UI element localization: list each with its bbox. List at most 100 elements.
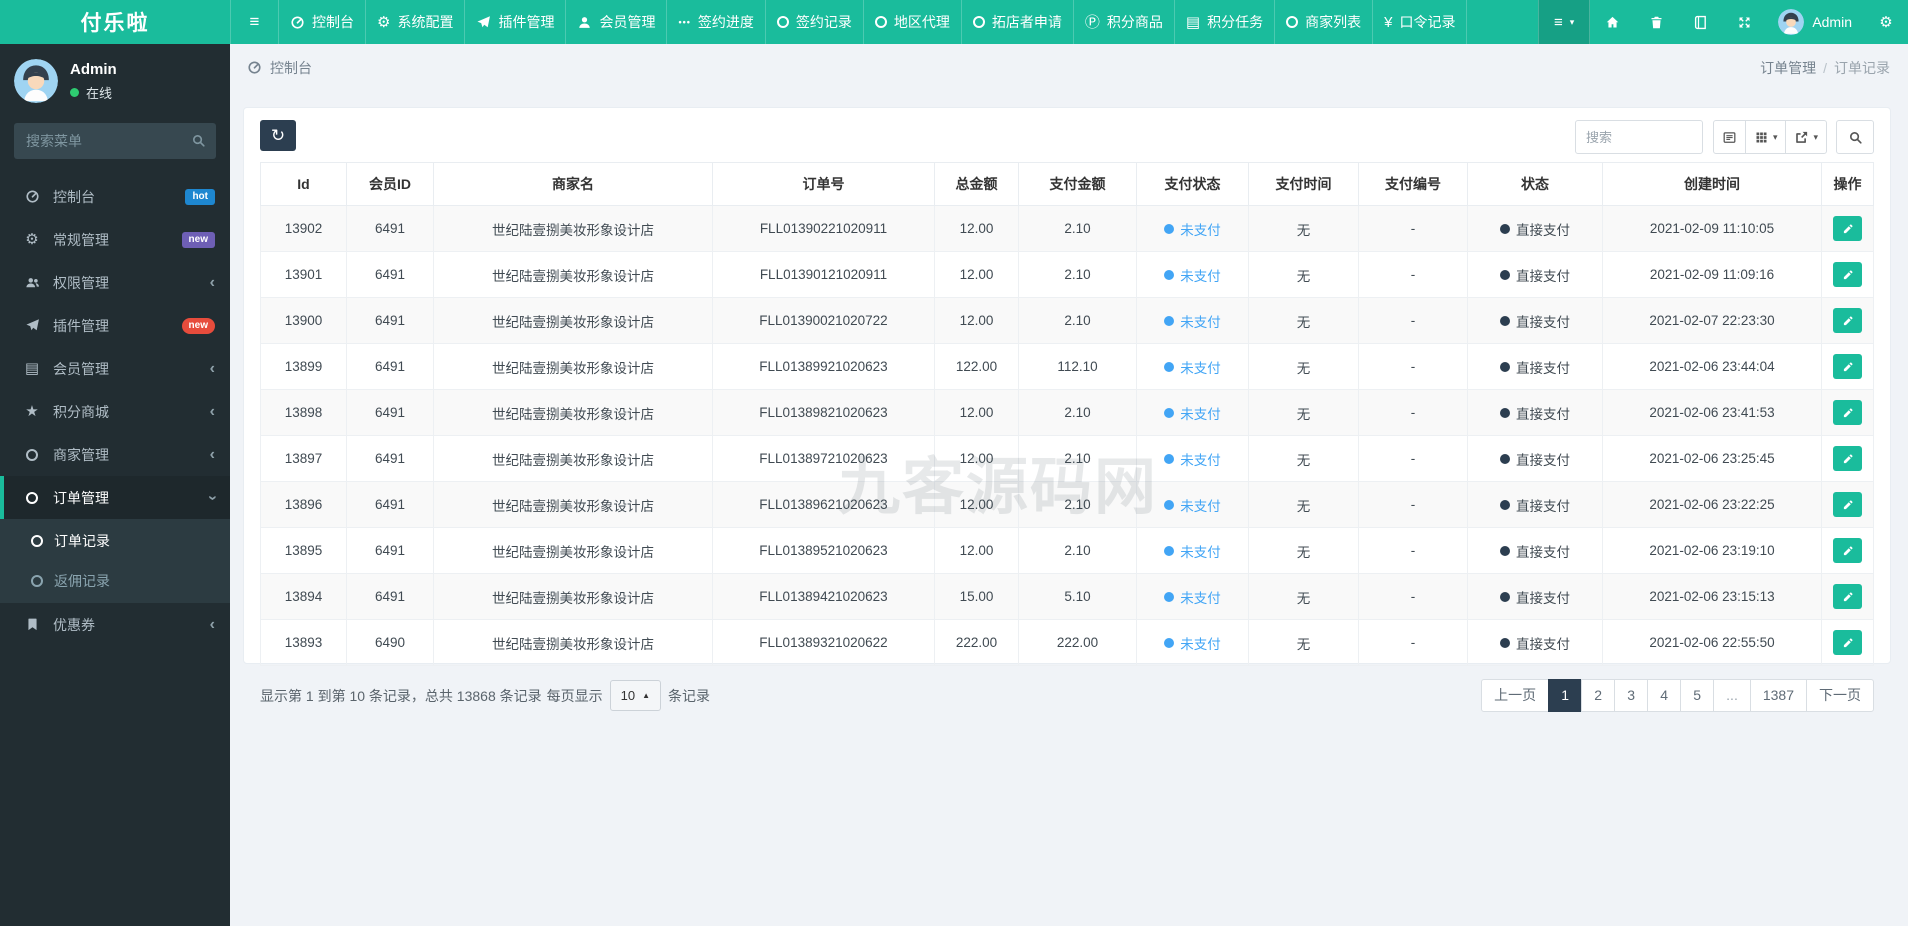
user-menu[interactable]: Admin bbox=[1766, 0, 1864, 44]
page-button[interactable]: 4 bbox=[1647, 679, 1682, 712]
table-search-input[interactable] bbox=[1574, 120, 1703, 154]
menu-search-input[interactable] bbox=[14, 123, 216, 159]
cell-order-no: FLL01389521020623 bbox=[712, 527, 935, 574]
cell-shop-name: 世纪陆壹捌美妆形象设计店 bbox=[433, 343, 713, 390]
pencil-icon bbox=[1842, 361, 1854, 373]
sidebar-item[interactable]: ★ 积分商城 ‹ bbox=[0, 390, 230, 433]
per-page-suffix: 条记录 bbox=[668, 687, 711, 704]
nav-item-label: 插件管理 bbox=[498, 14, 555, 30]
page-size-dropdown[interactable]: 10 ▲ bbox=[609, 680, 662, 711]
sidebar-item-icon: ★ bbox=[22, 404, 42, 419]
sidebar-item[interactable]: 权限管理 ‹ bbox=[0, 261, 230, 304]
sidebar-item[interactable]: ⚙ 常规管理 new bbox=[0, 218, 230, 261]
nav-item[interactable]: ••• 签约进度 bbox=[666, 0, 764, 44]
cell-actions bbox=[1821, 619, 1874, 666]
sidebar-item[interactable]: 商家管理 ‹ bbox=[0, 433, 230, 476]
gauge-icon bbox=[290, 15, 305, 30]
next-page-button[interactable]: 下一页 bbox=[1806, 679, 1874, 712]
edit-button[interactable] bbox=[1833, 584, 1862, 609]
log-button[interactable] bbox=[1678, 0, 1722, 44]
chevron-left-icon: ‹ bbox=[209, 273, 215, 291]
export-dropdown-button[interactable]: ▾ bbox=[1785, 120, 1827, 154]
cell-pay-time: 无 bbox=[1248, 389, 1359, 436]
edit-button[interactable] bbox=[1833, 446, 1862, 471]
cell-id: 13901 bbox=[260, 251, 347, 298]
pay-status-label: 未支付 bbox=[1180, 222, 1221, 238]
per-page-prefix: 每页显示 bbox=[546, 687, 603, 704]
home-button[interactable] bbox=[1590, 0, 1634, 44]
chevron-left-icon: ‹ bbox=[209, 359, 215, 377]
cell-shop-name: 世纪陆壹捌美妆形象设计店 bbox=[433, 435, 713, 482]
cell-paid-amount: 2.10 bbox=[1018, 389, 1137, 436]
sidebar-toggle-button[interactable]: ≡ bbox=[230, 0, 278, 44]
sidebar-subitem[interactable]: 订单记录 bbox=[0, 521, 230, 561]
edit-button[interactable] bbox=[1833, 262, 1862, 287]
columns-dropdown-button[interactable]: ▾ bbox=[1744, 120, 1787, 154]
cell-status: 直接支付 bbox=[1467, 297, 1603, 344]
nav-item[interactable]: 插件管理 bbox=[464, 0, 565, 44]
status-dot bbox=[1500, 499, 1510, 510]
cell-paid-amount: 2.10 bbox=[1018, 297, 1137, 344]
menu-dropdown-button[interactable]: ≡ ▾ bbox=[1538, 0, 1591, 44]
sidebar-item[interactable]: 控制台 hot bbox=[0, 175, 230, 218]
sidebar-item[interactable]: 订单管理 ‹ bbox=[0, 476, 230, 519]
nav-item[interactable]: 拓店者申请 bbox=[960, 0, 1073, 44]
gear-icon: ⚙ bbox=[377, 13, 391, 31]
breadcrumb-parent[interactable]: 订单管理 bbox=[1760, 58, 1816, 78]
edit-button[interactable] bbox=[1833, 630, 1862, 655]
status-dot bbox=[1164, 591, 1175, 602]
sidebar-item[interactable]: ▤ 会员管理 ‹ bbox=[0, 347, 230, 390]
circle-icon bbox=[972, 16, 985, 28]
edit-button[interactable] bbox=[1833, 216, 1862, 241]
nav-item[interactable]: 商家列表 bbox=[1274, 0, 1372, 44]
sidebar-subitem-label: 订单记录 bbox=[54, 533, 110, 549]
nav-item[interactable]: Ⓟ 积分商品 bbox=[1072, 0, 1174, 44]
prev-page-button[interactable]: 上一页 bbox=[1481, 679, 1550, 712]
nav-item[interactable]: 控制台 bbox=[278, 0, 365, 44]
profile-status: 在线 bbox=[70, 83, 117, 102]
status-dot bbox=[1500, 315, 1510, 326]
gauge-icon bbox=[25, 189, 40, 204]
caret-down-icon: ▾ bbox=[1772, 131, 1778, 142]
cell-pay-status: 未支付 bbox=[1136, 205, 1249, 252]
edit-button[interactable] bbox=[1833, 400, 1862, 425]
top-navbar: 付乐啦 ≡ 控制台 ⚙ 系统配置 插件管理 会员管理 ••• 签约进度 签约记录 地区代理 拓店者… bbox=[0, 0, 1908, 44]
sidebar-subitem[interactable]: 返佣记录 bbox=[0, 561, 230, 601]
clear-cache-button[interactable] bbox=[1634, 0, 1678, 44]
page-button[interactable]: 2 bbox=[1581, 679, 1616, 712]
users-icon bbox=[25, 275, 40, 290]
cell-actions bbox=[1821, 251, 1874, 298]
settings-button[interactable]: ⚙ bbox=[1864, 0, 1908, 44]
edit-button[interactable] bbox=[1833, 538, 1862, 563]
cell-pay-status: 未支付 bbox=[1136, 481, 1249, 528]
pagination-toggle-button[interactable] bbox=[1712, 120, 1746, 154]
nav-item[interactable]: ¥ 口令记录 bbox=[1372, 0, 1468, 44]
table-row: 13900 6491 世纪陆壹捌美妆形象设计店 FLL0139002102072… bbox=[260, 297, 1874, 344]
edit-button[interactable] bbox=[1833, 308, 1862, 333]
pencil-icon bbox=[1842, 453, 1854, 465]
refresh-button[interactable]: ↻ bbox=[260, 120, 296, 151]
nav-item[interactable]: ⚙ 系统配置 bbox=[365, 0, 464, 44]
nav-item[interactable]: 签约记录 bbox=[764, 0, 863, 44]
pencil-icon bbox=[1842, 269, 1854, 281]
column-header: 支付状态 bbox=[1136, 162, 1249, 206]
nav-item[interactable]: 会员管理 bbox=[565, 0, 666, 44]
nav-item-label: 签约记录 bbox=[795, 14, 852, 30]
sidebar-item[interactable]: 优惠券 ‹ bbox=[0, 603, 230, 646]
sidebar-item[interactable]: 插件管理 new bbox=[0, 304, 230, 347]
column-header: 支付时间 bbox=[1248, 162, 1359, 206]
page-button[interactable]: 3 bbox=[1614, 679, 1649, 712]
nav-item-label: 商家列表 bbox=[1305, 14, 1362, 30]
page-button[interactable]: 1 bbox=[1548, 679, 1583, 712]
edit-button[interactable] bbox=[1833, 354, 1862, 379]
status-dot bbox=[1164, 223, 1175, 234]
nav-item[interactable]: 地区代理 bbox=[862, 0, 961, 44]
search-button[interactable] bbox=[1836, 120, 1874, 154]
page-button[interactable]: 5 bbox=[1680, 679, 1715, 712]
online-dot bbox=[70, 87, 79, 97]
nav-item[interactable]: ▤ 积分任务 bbox=[1173, 0, 1274, 44]
page-button[interactable]: 1387 bbox=[1749, 679, 1807, 712]
fullscreen-button[interactable] bbox=[1722, 0, 1766, 44]
edit-button[interactable] bbox=[1833, 492, 1862, 517]
cell-actions bbox=[1821, 343, 1874, 390]
